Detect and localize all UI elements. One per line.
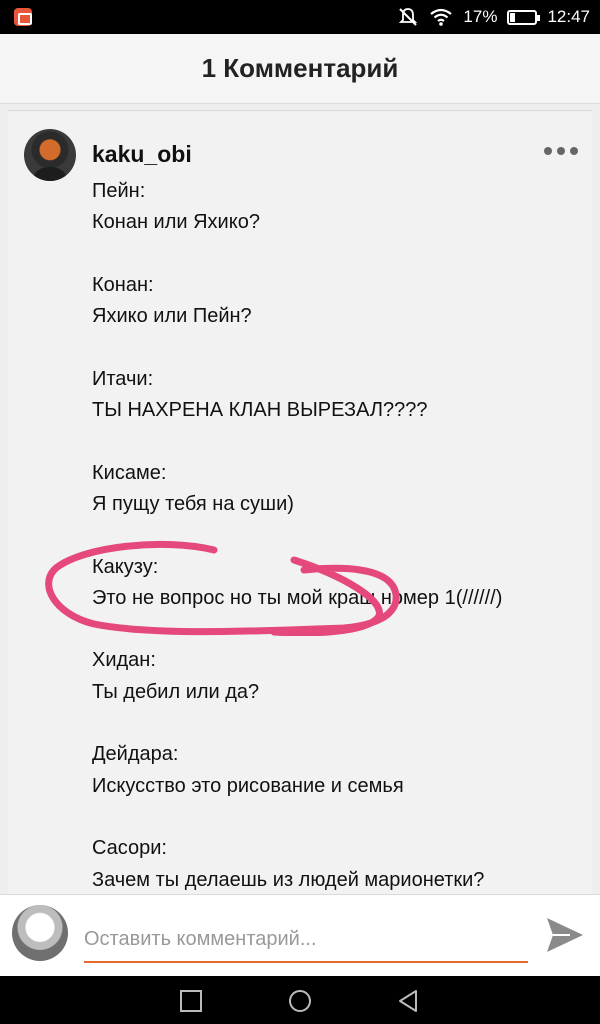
comment-input[interactable] bbox=[84, 917, 528, 963]
page-title: 1 Комментарий bbox=[201, 53, 399, 83]
comment-line: ТЫ НАХРЕНА КЛАН ВЫРЕЗАЛ???? bbox=[92, 399, 428, 422]
comment-line: Яхико или Пейн? bbox=[92, 305, 252, 328]
mute-icon bbox=[399, 8, 418, 26]
comment-line: Ты дебил или да? bbox=[92, 680, 260, 703]
comment-line: Зачем ты делаешь из людей марионетки? bbox=[92, 868, 485, 891]
status-bar: 17% 12:47 bbox=[0, 0, 600, 34]
comment-line: Конан или Яхико? bbox=[92, 211, 260, 234]
status-indicators: 17% 12:47 bbox=[397, 0, 590, 34]
comment-input-bar bbox=[0, 894, 600, 976]
clock: 12:47 bbox=[547, 7, 590, 26]
back-icon[interactable] bbox=[396, 988, 422, 1014]
comment-line: Хидан: bbox=[92, 649, 156, 672]
wifi-icon bbox=[430, 8, 453, 26]
recents-icon[interactable] bbox=[178, 988, 204, 1014]
home-icon[interactable] bbox=[287, 988, 313, 1014]
battery-icon bbox=[507, 9, 541, 25]
comment-line: Пейн: bbox=[92, 180, 146, 202]
more-horizontal-icon[interactable] bbox=[544, 147, 578, 155]
app-notification-icon bbox=[14, 8, 32, 26]
comments-list[interactable]: kaku_obi Пейн: Конан или Яхико? Конан: Яхик… bbox=[0, 104, 600, 894]
comments-header: 1 Комментарий bbox=[0, 34, 600, 104]
comment-line: Я пущу тебя на суши) bbox=[92, 492, 294, 515]
avatar[interactable] bbox=[24, 129, 76, 181]
comment-line: Дейдара: bbox=[92, 743, 179, 766]
comment-text: Пейн: Конан или Яхико? Конан: Яхико или Пей… bbox=[92, 176, 572, 894]
comment-line: Конан: bbox=[92, 273, 154, 296]
comment-line: Какузу: bbox=[92, 555, 159, 578]
comment-line: Это не вопрос но ты мой краш номер 1(///… bbox=[92, 586, 503, 609]
battery-percent: 17% bbox=[463, 7, 498, 26]
comment-line: Сасори: bbox=[92, 837, 167, 860]
comment-line: Искусство это рисование и семья bbox=[92, 774, 404, 797]
comment-line: Итачи: bbox=[92, 367, 154, 390]
user-avatar bbox=[12, 905, 68, 961]
send-icon[interactable] bbox=[544, 915, 586, 955]
comment-card: kaku_obi Пейн: Конан или Яхико? Конан: Яхик… bbox=[8, 110, 592, 894]
system-navbar bbox=[0, 976, 600, 1024]
comment-username[interactable]: kaku_obi bbox=[92, 141, 192, 168]
comment-line: Кисаме: bbox=[92, 461, 167, 484]
